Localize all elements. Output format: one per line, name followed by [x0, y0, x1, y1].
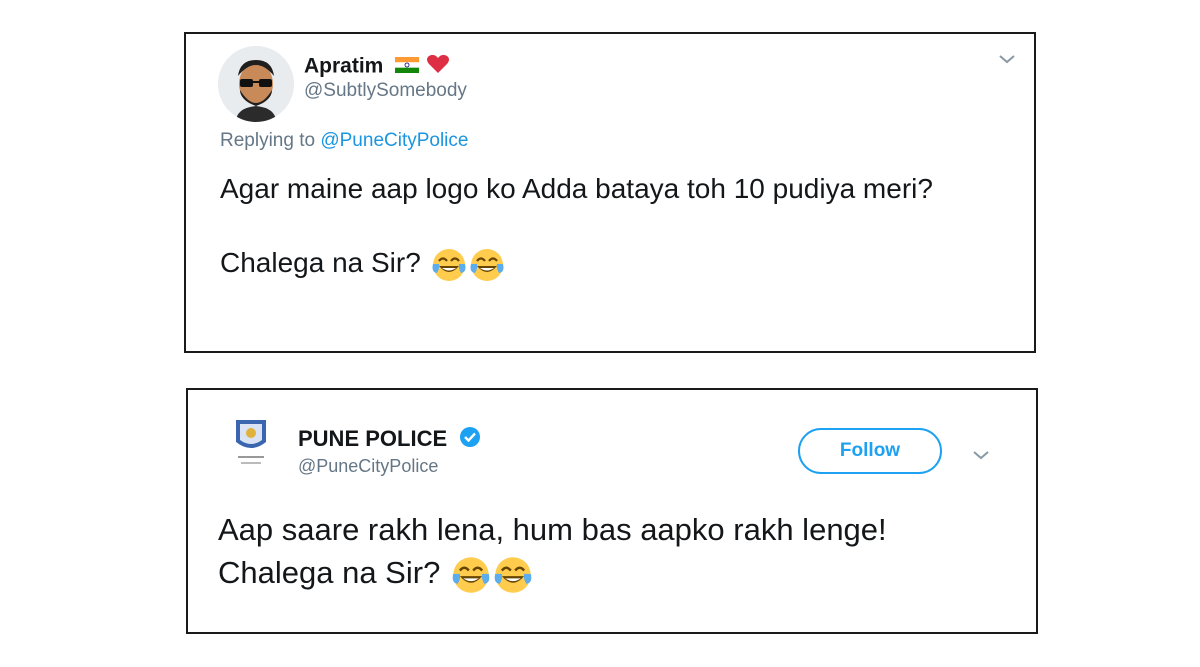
replying-to-line: Replying to @PuneCityPolice	[220, 130, 468, 152]
username-handle[interactable]: @SubtlySomebody	[304, 80, 467, 102]
verified-badge-icon	[459, 426, 481, 454]
tweet-text-content: Aap saare rakh lena, hum bas aapko rakh …	[218, 512, 887, 590]
tweet-card-apratim: Apratim @SubtlySomebody Replying to @Pun…	[184, 32, 1036, 353]
username-handle[interactable]: @PuneCityPolice	[298, 456, 438, 477]
replying-to-label: Replying to	[220, 130, 321, 151]
tears-of-joy-emoji	[493, 555, 533, 595]
chevron-down-icon[interactable]	[972, 448, 990, 466]
tweet-text-line2: Chalega na Sir?	[220, 247, 421, 278]
follow-button[interactable]: Follow	[798, 428, 942, 474]
tweet-card-pune-police: PUNE POLICE @PuneCityPolice Follow Aap s…	[186, 388, 1038, 634]
tweet-text: Aap saare rakh lena, hum bas aapko rakh …	[218, 508, 1008, 595]
avatar-apratim[interactable]	[218, 46, 294, 122]
red-heart-icon	[427, 54, 450, 80]
tears-of-joy-emoji	[469, 247, 505, 283]
display-name-text: Apratim	[304, 54, 384, 78]
display-name[interactable]: PUNE POLICE	[298, 426, 481, 454]
display-name-text: PUNE POLICE	[298, 426, 448, 451]
tweet-text: Agar maine aap logo ko Adda bataya toh 1…	[220, 170, 1000, 283]
chevron-down-icon[interactable]	[998, 52, 1016, 70]
india-flag-icon	[395, 55, 420, 79]
replying-to-link[interactable]: @PuneCityPolice	[320, 130, 468, 151]
tears-of-joy-emoji	[431, 247, 467, 283]
display-name[interactable]: Apratim	[304, 54, 450, 80]
tweet-text-line1: Agar maine aap logo ko Adda bataya toh 1…	[220, 173, 933, 204]
tears-of-joy-emoji	[451, 555, 491, 595]
avatar-pune-police[interactable]	[222, 414, 280, 478]
